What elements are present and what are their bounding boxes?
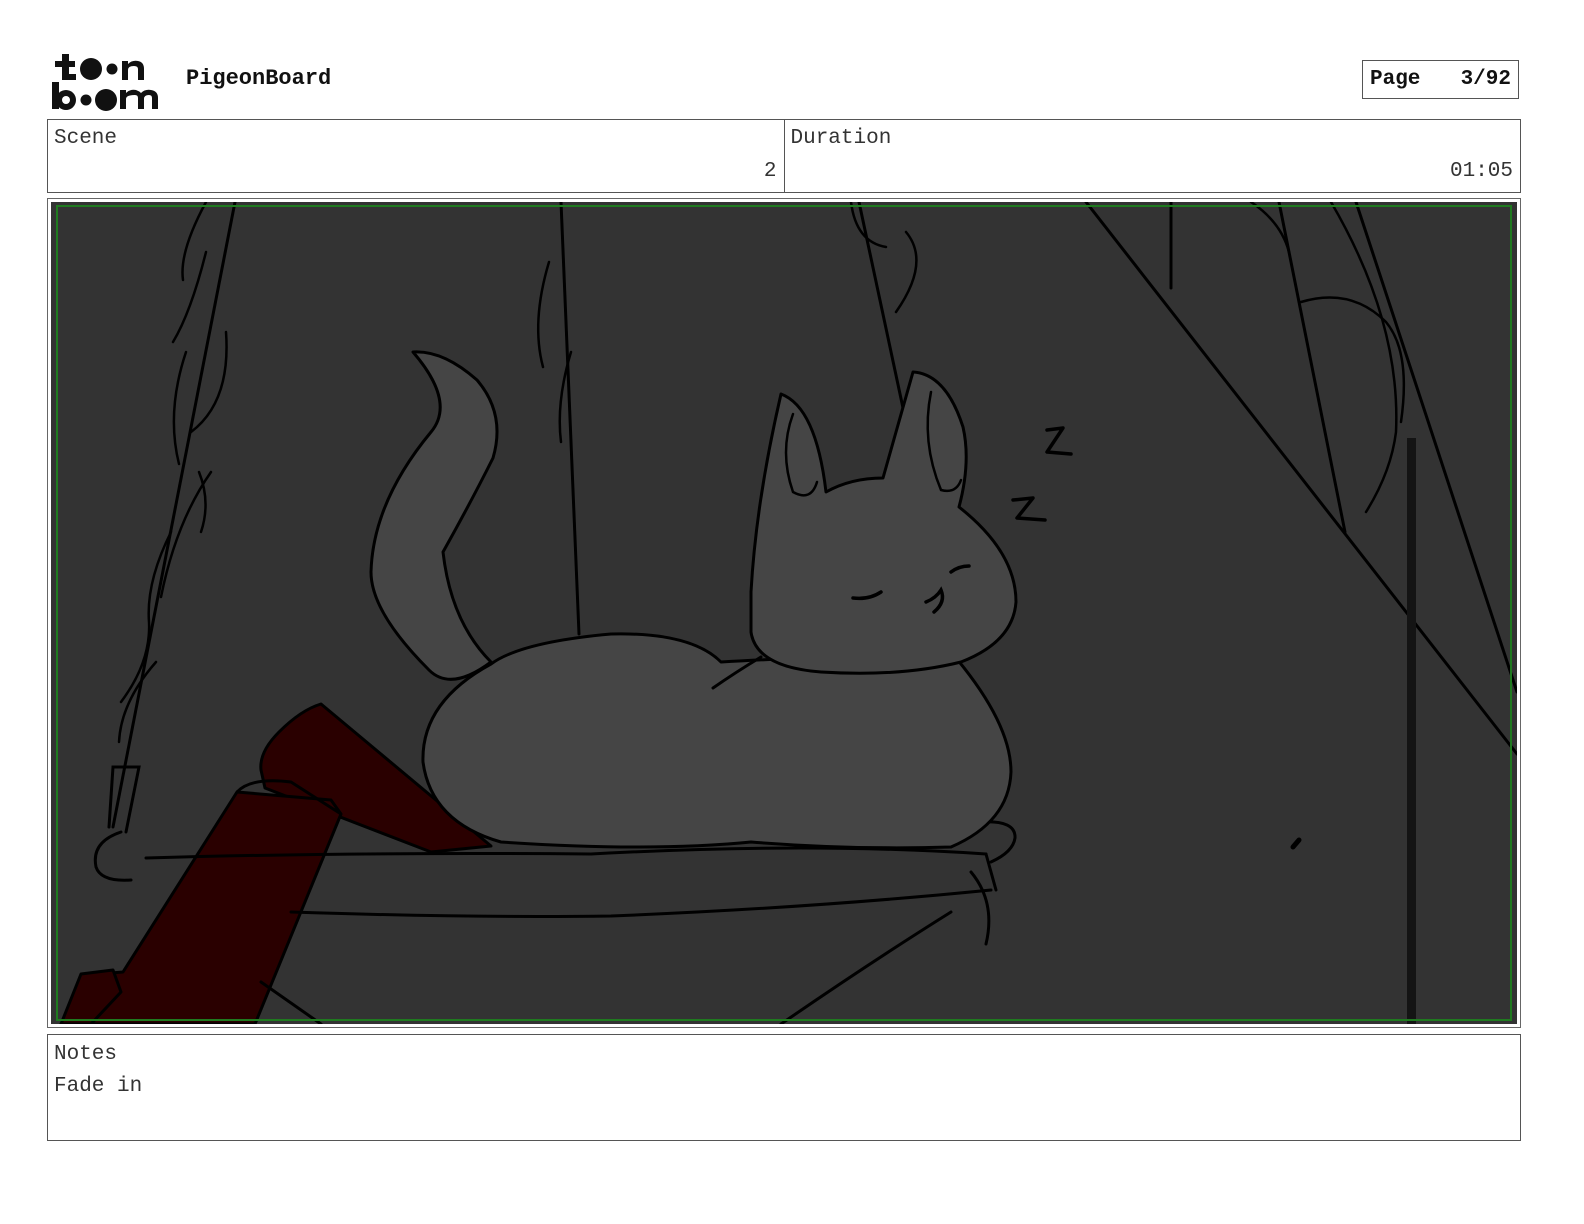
duration-value: 01:05 [1449, 160, 1513, 183]
page-label: Page [1370, 68, 1421, 91]
scene-label: Scene [54, 127, 118, 150]
notes-text: Fade in [54, 1075, 143, 1098]
panel-drawing [51, 202, 1517, 1024]
scene-value: 2 [763, 160, 777, 183]
scene-duration-row: Scene 2 Duration 01:05 [47, 119, 1521, 193]
page-number: 3/92 [1460, 68, 1511, 91]
notes-box: Notes Fade in [47, 1034, 1521, 1141]
duration-cell: Duration 01:05 [783, 120, 1521, 192]
vertical-post [1407, 438, 1416, 1024]
toon-boom-logo [50, 50, 162, 112]
scene-cell: Scene 2 [48, 120, 784, 192]
notes-label: Notes [54, 1043, 118, 1066]
duration-label: Duration [790, 127, 892, 150]
app-title: PigeonBoard [186, 66, 332, 91]
storyboard-panel [51, 202, 1517, 1024]
page-indicator: Page 3/92 [1362, 60, 1519, 99]
